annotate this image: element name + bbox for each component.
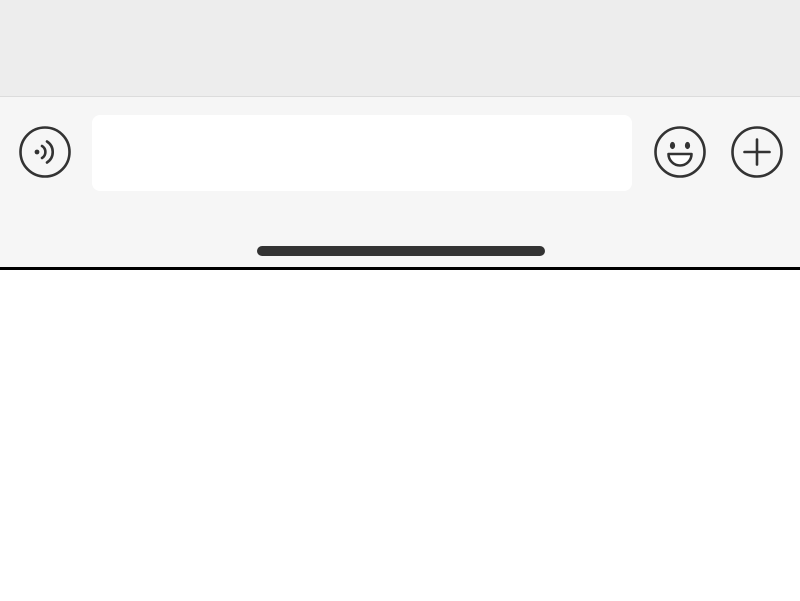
add-button[interactable] xyxy=(730,125,784,179)
chat-screen xyxy=(0,0,800,601)
voice-button[interactable] xyxy=(18,125,72,179)
plus-icon xyxy=(731,126,783,178)
emoji-button[interactable] xyxy=(653,125,707,179)
chat-message-area xyxy=(0,0,800,96)
voice-icon xyxy=(19,126,71,178)
emoji-icon xyxy=(654,126,706,178)
home-indicator[interactable] xyxy=(257,246,545,256)
screen-bottom-edge xyxy=(0,267,800,270)
message-input[interactable] xyxy=(92,115,632,191)
